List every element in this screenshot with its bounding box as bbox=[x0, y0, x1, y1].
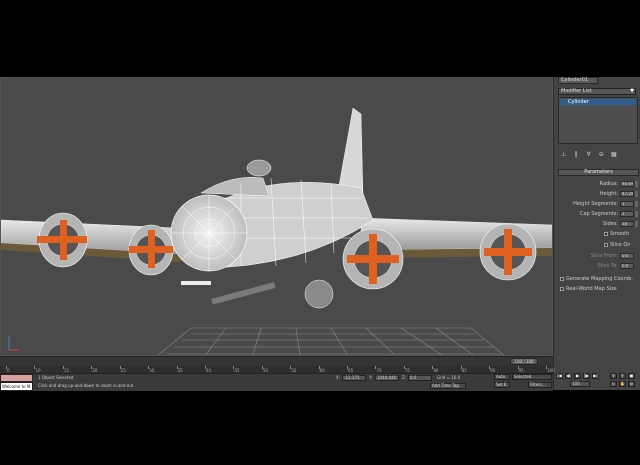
radius-label: Radius: bbox=[599, 181, 618, 187]
next-frame-icon[interactable]: |▶ bbox=[583, 373, 590, 379]
chevron-down-icon: ▼ bbox=[630, 88, 634, 94]
perspective-viewport[interactable] bbox=[0, 77, 553, 356]
sides-label: Sides: bbox=[602, 221, 618, 227]
cap-segments-field[interactable]: 1 bbox=[620, 211, 634, 217]
field-of-view-icon[interactable]: ▷ bbox=[610, 381, 617, 387]
key-filter-dropdown[interactable]: Selected bbox=[512, 374, 552, 380]
maxscript-mini-listener[interactable]: Welcome to M bbox=[0, 382, 33, 391]
height-spinner[interactable] bbox=[635, 191, 638, 197]
engine-left-outer bbox=[37, 212, 88, 268]
y-label: Y: bbox=[369, 375, 373, 380]
pan-icon[interactable]: ✋ bbox=[619, 381, 626, 387]
maxscript-listener[interactable] bbox=[0, 374, 33, 382]
smooth-label: Smooth bbox=[610, 231, 630, 237]
prompt-line: Click and drag up-and-down to zoom in an… bbox=[38, 383, 134, 388]
set-key-button[interactable]: Set K bbox=[494, 382, 510, 388]
slice-from-field[interactable]: 0.0 bbox=[620, 253, 634, 259]
sides-field[interactable]: 18 bbox=[620, 221, 634, 227]
slice-to-label: Slice To: bbox=[597, 263, 618, 269]
slice-on-label: Slice On bbox=[610, 242, 631, 248]
zoom-icon[interactable]: ⚲ bbox=[610, 373, 617, 379]
slice-to-field[interactable]: 0.0 bbox=[620, 263, 634, 269]
height-field[interactable]: 47.299 bbox=[620, 191, 634, 197]
orbit-icon[interactable]: ◎ bbox=[628, 381, 635, 387]
generate-mapping-label: Generate Mapping Coords. bbox=[566, 276, 633, 282]
real-world-map-checkbox[interactable] bbox=[560, 287, 564, 291]
axis-gizmo bbox=[8, 336, 19, 351]
tail-fin bbox=[338, 107, 364, 199]
cap-segments-spinner[interactable] bbox=[635, 211, 638, 217]
command-panel: Cylinder01 Modifier List ▼ Cylinder ⊥ ‖ … bbox=[553, 77, 640, 390]
current-frame-field[interactable]: 100 bbox=[570, 381, 590, 387]
slice-from-label: Slice From: bbox=[590, 253, 618, 259]
modifier-stack[interactable]: Cylinder bbox=[558, 97, 638, 144]
slice-on-checkbox[interactable] bbox=[604, 243, 608, 247]
height-segments-field[interactable]: 1 bbox=[620, 201, 634, 207]
ball-turret bbox=[181, 279, 334, 309]
z-label: Z: bbox=[402, 375, 407, 380]
modifier-list-label: Modifier List bbox=[561, 88, 592, 94]
height-label: Height: bbox=[599, 191, 618, 197]
ground-grid bbox=[157, 327, 505, 355]
cap-segments-label: Cap Segments: bbox=[579, 211, 618, 217]
show-end-result-icon[interactable]: ‖ bbox=[573, 151, 580, 158]
zoom-extents-icon[interactable]: ▣ bbox=[628, 373, 635, 379]
auto-key-button[interactable]: Auto bbox=[494, 374, 510, 380]
3dsmax-window: Cylinder01 Modifier List ▼ Cylinder ⊥ ‖ … bbox=[0, 77, 640, 391]
play-icon[interactable]: ▶ bbox=[574, 373, 581, 379]
height-segments-label: Height Segments: bbox=[573, 201, 618, 207]
zoom-all-icon[interactable]: ⚲ bbox=[619, 373, 626, 379]
bomber-wireframe-render bbox=[1, 107, 552, 355]
time-slider[interactable]: 100 / 100 bbox=[510, 358, 538, 365]
y-coordinate-field[interactable]: 1040.440 bbox=[375, 375, 399, 381]
smooth-checkbox[interactable] bbox=[604, 232, 608, 236]
generate-mapping-checkbox[interactable] bbox=[560, 277, 564, 281]
object-name-field[interactable]: Cylinder01 bbox=[558, 77, 598, 84]
make-unique-icon[interactable]: ∀ bbox=[585, 151, 592, 158]
prev-frame-icon[interactable]: ◀| bbox=[565, 373, 572, 379]
add-time-tag-button[interactable]: Add Time Tag bbox=[430, 383, 466, 389]
go-end-icon[interactable]: ▶| bbox=[592, 373, 599, 379]
grid-spacing: Grid = 10.0 bbox=[437, 375, 461, 380]
modifier-list-dropdown[interactable]: Modifier List ▼ bbox=[558, 88, 636, 95]
status-bar: Welcome to M 1 Object Selected Click and… bbox=[0, 373, 553, 391]
key-filters-button[interactable]: Filters... bbox=[528, 382, 552, 388]
parameters-rollout-header[interactable]: Parameters bbox=[558, 169, 639, 176]
modifier-stack-item[interactable]: Cylinder bbox=[560, 99, 636, 105]
track-bar[interactable]: 0 10 15 20 25 30 35 40 45 50 55 60 65 70 75 80 85 90 95 100 bbox=[0, 366, 555, 373]
selection-status: 1 Object Selected bbox=[38, 375, 74, 380]
z-coordinate-field[interactable]: 0.0 bbox=[408, 375, 432, 381]
engine-right-inner bbox=[342, 228, 404, 290]
configure-sets-icon[interactable]: ▦ bbox=[610, 151, 617, 158]
pin-stack-icon[interactable]: ⊥ bbox=[560, 151, 567, 158]
real-world-map-label: Real-World Map Size bbox=[566, 286, 617, 292]
remove-modifier-icon[interactable]: ⊖ bbox=[598, 151, 605, 158]
playback-controls: |◀ ◀| ▶ |▶ ▶| 100 ⚲ ⚲ ▣ ▷ ✋ ◎ bbox=[556, 373, 640, 390]
x-label: X: bbox=[336, 375, 341, 380]
height-segments-spinner[interactable] bbox=[635, 201, 638, 207]
modifier-stack-toolbar: ⊥ ‖ ∀ ⊖ ▦ bbox=[560, 151, 638, 159]
radius-field[interactable]: 46.698 bbox=[620, 181, 634, 187]
nose-dome bbox=[170, 194, 248, 272]
x-coordinate-field[interactable]: -11.175 bbox=[342, 375, 366, 381]
sides-spinner[interactable] bbox=[635, 221, 638, 227]
engine-left-inner bbox=[128, 224, 174, 276]
radius-spinner[interactable] bbox=[635, 181, 638, 187]
engine-right-outer bbox=[479, 223, 537, 281]
go-start-icon[interactable]: |◀ bbox=[556, 373, 563, 379]
